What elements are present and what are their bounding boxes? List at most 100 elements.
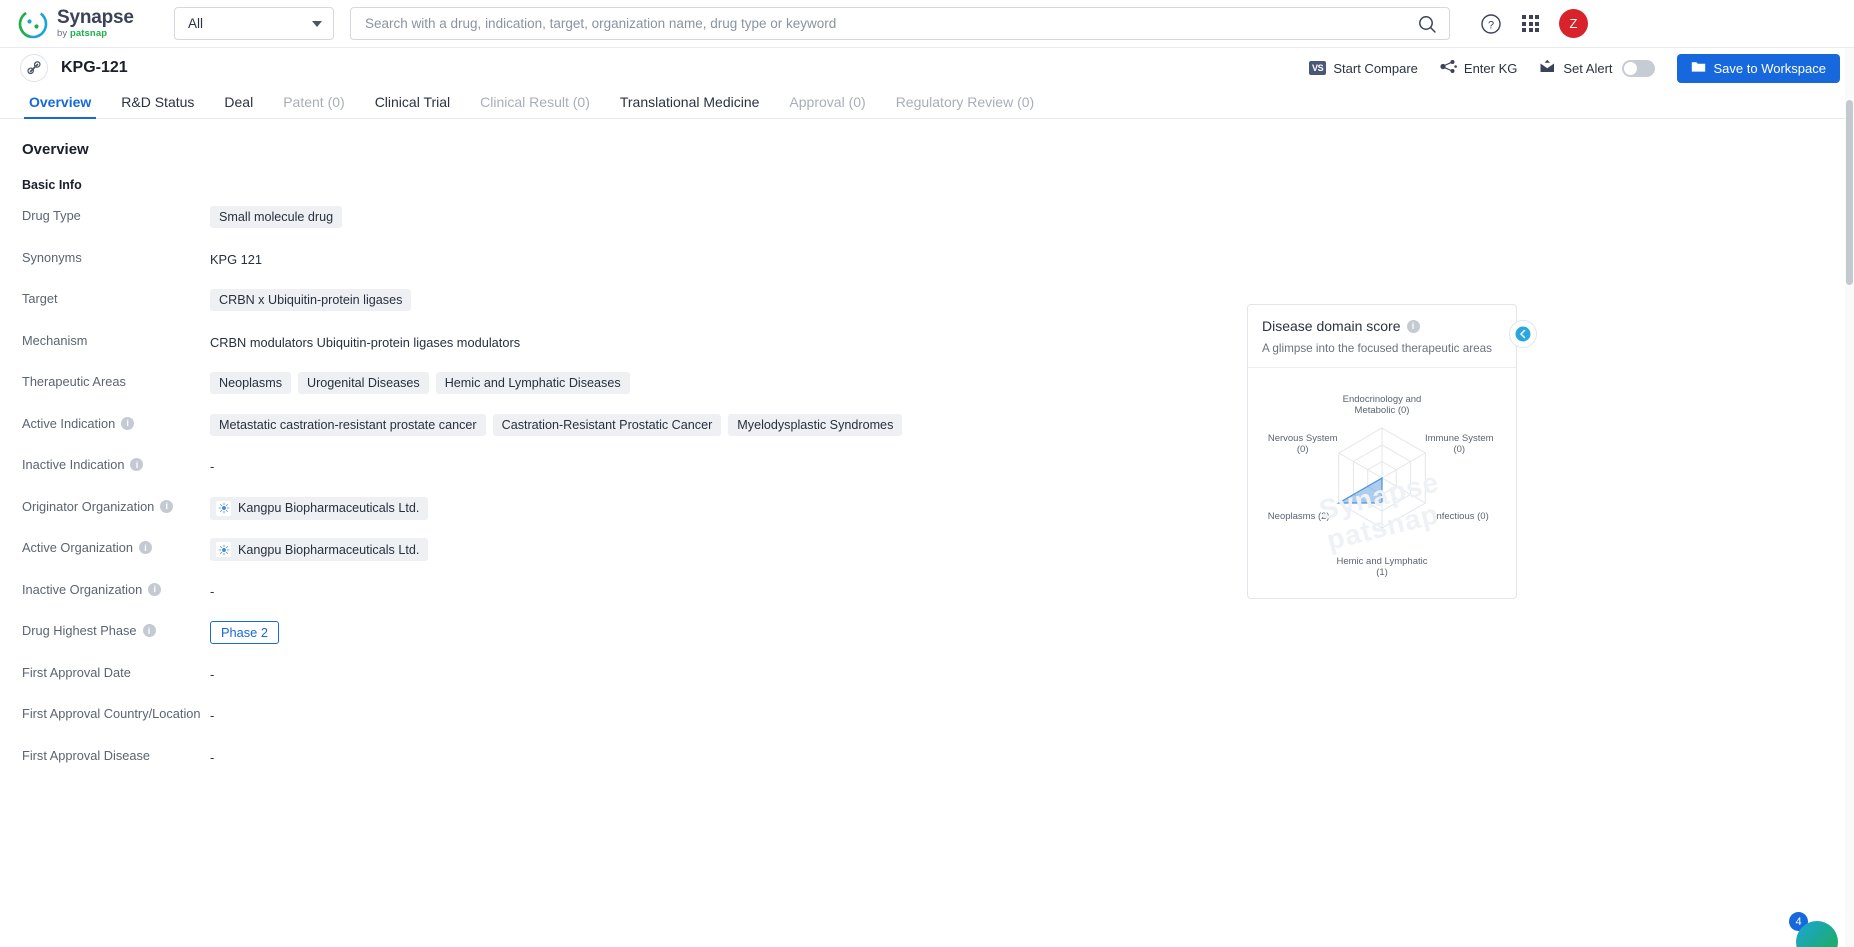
value-chip[interactable]: Small molecule drug [210, 206, 343, 228]
help-icon[interactable]: ? [1480, 13, 1502, 35]
avatar[interactable]: Z [1559, 9, 1588, 38]
value-text: - [210, 459, 215, 474]
info-row: First Approval Date - [22, 662, 1854, 704]
info-row: Inactive Organization i - [22, 579, 1854, 621]
info-row-value: Metastatic castration-resistant prostate… [210, 413, 903, 436]
info-row-value: - [210, 662, 214, 682]
page-scrollbar-thumb[interactable] [1846, 100, 1853, 285]
info-icon[interactable]: i [1406, 319, 1420, 333]
info-row-label: Inactive Organization i [22, 579, 210, 597]
radar-axis-label: Infectious (0) [1434, 511, 1489, 522]
info-row-label-text: Inactive Organization [22, 581, 143, 597]
set-alert-control[interactable]: Set Alert [1539, 59, 1655, 77]
organization-logo-icon [216, 542, 231, 557]
search-input[interactable] [365, 16, 1417, 31]
value-text: CRBN modulators Ubiquitin-protein ligase… [210, 334, 521, 350]
enter-kg-button[interactable]: Enter KG [1440, 59, 1517, 77]
info-row: Target CRBN x Ubiquitin-protein ligases [22, 288, 1854, 330]
info-row-label: First Approval Date [22, 662, 210, 680]
info-row-value: Neoplasms Urogenital Diseases Hemic and Ly… [210, 371, 630, 394]
info-row-label: Synonyms [22, 247, 210, 265]
apps-grid-icon[interactable] [1522, 15, 1539, 32]
set-alert-toggle[interactable] [1621, 59, 1655, 77]
info-row: Therapeutic Areas Neoplasms Urogenital Dis… [22, 371, 1854, 413]
organization-name: Kangpu Biopharmaceuticals Ltd. [238, 542, 420, 557]
info-row: Synonyms KPG 121 [22, 247, 1854, 289]
organization-chip[interactable]: Kangpu Biopharmaceuticals Ltd. [210, 496, 429, 520]
tab-deal[interactable]: Deal [209, 94, 268, 118]
search-scope-value: All [188, 16, 204, 31]
logo-subtitle: by patsnap [57, 28, 108, 40]
tab-regulatory-review-0[interactable]: Regulatory Review (0) [881, 94, 1050, 118]
tab-overview[interactable]: Overview [14, 94, 106, 119]
info-row-label: Drug Type [22, 205, 210, 223]
info-row-label-text: Originator Organization [22, 498, 155, 514]
info-row-label: Target [22, 288, 210, 306]
tab-translational-medicine[interactable]: Translational Medicine [605, 94, 775, 118]
info-row-label: Therapeutic Areas [22, 371, 210, 389]
radar-axis-label: Endocrinology and Metabolic (0) [1343, 394, 1422, 416]
radar-axis-label: Nervous System (0) [1268, 433, 1338, 455]
info-row-value: Small molecule drug [210, 205, 343, 228]
info-icon[interactable]: i [121, 416, 135, 430]
tab-r-d-status[interactable]: R&D Status [106, 94, 209, 118]
value-text: KPG 121 [210, 251, 262, 267]
search-icon[interactable] [1417, 14, 1437, 34]
top-header-bar: Synapse by patsnap All ? Z [0, 0, 1854, 48]
start-compare-button[interactable]: VS Start Compare [1308, 61, 1418, 76]
info-row-label-text: Synonyms [22, 249, 82, 265]
value-chip[interactable]: Castration-Resistant Prostatic Cancer [492, 413, 722, 436]
info-row-value: CRBN modulators Ubiquitin-protein ligase… [210, 330, 520, 350]
value-chip[interactable]: Urogenital Diseases [298, 372, 429, 394]
info-icon[interactable]: i [138, 541, 152, 554]
tab-approval-0[interactable]: Approval (0) [774, 94, 880, 118]
tab-patent-0[interactable]: Patent (0) [268, 94, 359, 118]
info-row-label: Inactive Indication i [22, 454, 210, 472]
info-icon[interactable]: i [160, 499, 174, 513]
svg-text:?: ? [1488, 19, 1494, 31]
info-row-label: Drug Highest Phase i [22, 620, 210, 638]
info-icon[interactable]: i [130, 458, 144, 471]
info-row: Inactive Indication i - [22, 454, 1854, 496]
info-row: Originator Organization i Kangpu Biopharma… [22, 496, 1854, 538]
info-row-label-text: First Approval Disease [22, 747, 151, 763]
info-row: Active Organization i Kangpu Biopharmaceut… [22, 537, 1854, 579]
vs-icon: VS [1308, 61, 1327, 75]
info-row: Active Indication i Metastatic castration-… [22, 413, 1854, 455]
value-chip[interactable]: Metastatic castration-resistant prostate… [210, 413, 486, 436]
value-chip[interactable]: Myelodysplastic Syndromes [728, 413, 903, 436]
logo-title: Synapse [57, 7, 134, 29]
radar-axis-label: Neoplasms (2) [1268, 511, 1330, 522]
value-chip[interactable]: Hemic and Lymphatic Diseases [435, 372, 630, 394]
folder-icon [1691, 60, 1706, 76]
value-chip[interactable]: CRBN x Ubiquitin-protein ligases [210, 289, 412, 311]
overview-content: Overview Basic Info Drug Type Small molec… [0, 119, 1854, 947]
info-row-label-text: Active Organization [22, 540, 133, 555]
drug-phase-badge[interactable]: Phase 2 [210, 621, 279, 644]
header-actions: ? Z [1480, 9, 1588, 38]
tab-clinical-result-0[interactable]: Clinical Result (0) [465, 94, 605, 118]
tab-clinical-trial[interactable]: Clinical Trial [360, 94, 465, 118]
disease-domain-radar-chart: Endocrinology and Metabolic (0) Immune Sys… [1248, 368, 1516, 598]
info-row-label-text: First Approval Date [22, 664, 131, 680]
panel-collapse-handle[interactable] [1509, 320, 1537, 348]
enter-kg-label: Enter KG [1463, 60, 1518, 76]
search-scope-select[interactable]: All [174, 7, 334, 40]
info-row-label: Mechanism [22, 330, 210, 348]
radar-axis-label: Immune System (0) [1425, 433, 1494, 455]
info-row-label: Active Organization i [22, 537, 210, 555]
info-icon[interactable]: i [142, 624, 156, 637]
info-icon[interactable]: i [148, 582, 162, 596]
page-scrollbar-track[interactable] [1845, 48, 1854, 947]
bell-alert-icon [1539, 59, 1556, 77]
radar-axis-label: Hemic and Lymphatic (1) [1337, 556, 1428, 578]
value-chip[interactable]: Neoplasms [210, 372, 291, 394]
app-logo[interactable]: Synapse by patsnap [18, 8, 150, 39]
info-row-label-text: Mechanism [22, 332, 88, 348]
disease-domain-score-header: Disease domain score i A glimpse into th… [1248, 305, 1516, 368]
organization-logo-icon [216, 500, 231, 516]
save-to-workspace-button[interactable]: Save to Workspace [1676, 53, 1840, 83]
global-search-box[interactable] [350, 7, 1450, 40]
organization-chip[interactable]: Kangpu Biopharmaceuticals Ltd. [210, 538, 429, 561]
section-title-basic-info: Basic Info [22, 178, 82, 192]
